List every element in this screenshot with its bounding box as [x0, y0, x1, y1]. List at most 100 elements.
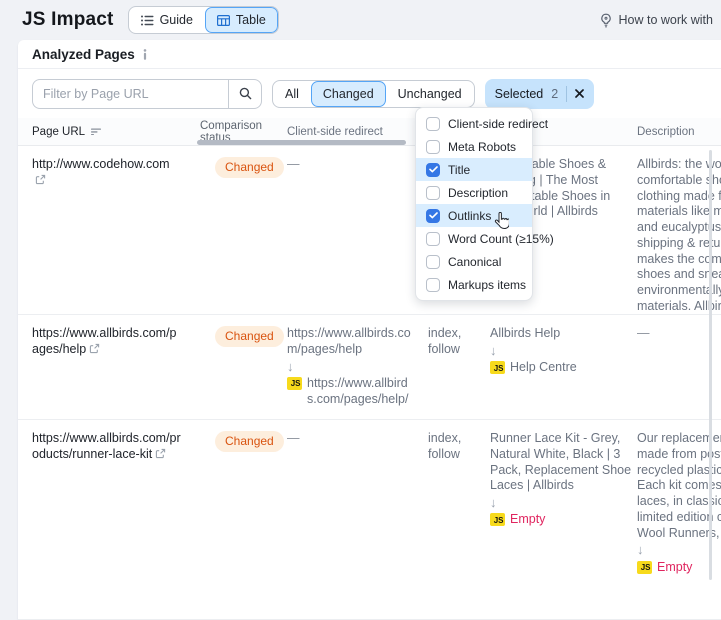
search-icon [239, 87, 252, 100]
status-tab-unchanged[interactable]: Unchanged [386, 81, 474, 107]
url-filter-input[interactable] [32, 79, 228, 109]
meta-robots-cell: index, follow [428, 315, 490, 419]
checkbox-unchecked[interactable] [426, 117, 440, 131]
change-arrow-icon: ↓ [490, 495, 632, 511]
title-after: Help Centre [510, 360, 577, 376]
mouse-cursor-icon [494, 212, 509, 229]
col-header-page-url: Page URL [18, 126, 200, 138]
dropdown-item-label: Outlinks [448, 209, 491, 223]
page-url-header-label: Page URL [32, 126, 85, 138]
how-to-work-label: How to work with [619, 13, 713, 27]
checkbox-unchecked[interactable] [426, 278, 440, 292]
analyzed-pages-panel: Analyzed Pages All Changed Unchanged [18, 40, 721, 620]
redirect-before: https://www.allbirds.com/pages/help [287, 326, 412, 358]
js-badge-icon: JS [287, 377, 302, 390]
title-before: Runner Lace Kit - Grey, Natural White, B… [490, 431, 632, 494]
list-icon [141, 15, 154, 26]
status-tab-changed-label: Changed [323, 87, 374, 101]
vertical-scrollbar[interactable] [709, 150, 712, 580]
table-row: https://www.allbirds.com/pages/help Chan… [18, 315, 721, 420]
page-url-link[interactable]: https://www.allbirds.com/pages/help [32, 326, 177, 356]
dropdown-item-outlinks[interactable]: Outlinks [416, 204, 532, 227]
page-title: JS Impact [22, 9, 114, 31]
page-url-link[interactable]: http://www.codehow.com [32, 157, 170, 171]
client-side-redirect-header-label: Client-side redirect [287, 126, 383, 138]
panel-title: Analyzed Pages [32, 47, 135, 62]
description-after-empty: Empty [657, 560, 692, 576]
status-badge: Changed [215, 431, 284, 452]
js-badge-icon: JS [490, 361, 505, 374]
redirect-after: https://www.allbirds.com/pages/help/ [307, 376, 412, 408]
description-header-label: Description [637, 126, 695, 138]
info-icon[interactable] [142, 49, 148, 60]
url-filter-group [32, 79, 262, 109]
dropdown-item-client-side-redirect[interactable]: Client-side redirect [416, 112, 532, 135]
redirect-cell: https://www.allbirds.com/pages/help ↓ JS… [287, 315, 428, 419]
checkbox-checked[interactable] [426, 209, 440, 223]
dropdown-item-word-count[interactable]: Word Count (≥15%) [416, 227, 532, 250]
sort-icon[interactable] [91, 128, 101, 135]
title-before: Allbirds Help [490, 326, 632, 342]
clear-selection-icon[interactable] [575, 89, 584, 98]
js-badge-icon: JS [637, 561, 652, 574]
status-tab-all[interactable]: All [273, 81, 311, 107]
checkbox-unchecked[interactable] [426, 186, 440, 200]
search-button[interactable] [228, 79, 262, 109]
description-empty-dash: — [637, 326, 650, 340]
external-link-icon[interactable] [35, 174, 46, 185]
title-after-empty: Empty [510, 512, 545, 528]
top-bar: JS Impact Guide Table How to work with [0, 0, 721, 40]
status-tab-changed[interactable]: Changed [311, 81, 386, 107]
dropdown-item-title[interactable]: Title [416, 158, 532, 181]
dropdown-item-label: Description [448, 186, 508, 200]
dropdown-item-label: Word Count (≥15%) [448, 232, 554, 246]
change-arrow-icon: ↓ [490, 343, 632, 359]
panel-header: Analyzed Pages [18, 40, 721, 69]
change-arrow-icon: ↓ [287, 359, 412, 375]
title-cell: Allbirds Help ↓ JS Help Centre [490, 315, 637, 419]
status-tab-unchanged-label: Unchanged [398, 87, 462, 101]
redirect-empty-dash: — [287, 431, 300, 445]
checkbox-unchecked[interactable] [426, 255, 440, 269]
guide-tab-label: Guide [160, 13, 193, 27]
redirect-empty-dash: — [287, 157, 300, 171]
horizontal-scrollbar[interactable] [197, 140, 406, 145]
dropdown-item-canonical[interactable]: Canonical [416, 250, 532, 273]
table-tab[interactable]: Table [205, 7, 278, 33]
pill-divider [566, 86, 567, 102]
lightbulb-icon [599, 13, 613, 28]
columns-dropdown-menu: Client-side redirect Meta Robots Title D… [415, 107, 533, 301]
dropdown-item-description[interactable]: Description [416, 181, 532, 204]
checkbox-unchecked[interactable] [426, 140, 440, 154]
dropdown-item-meta-robots[interactable]: Meta Robots [416, 135, 532, 158]
table-tab-label: Table [236, 13, 266, 27]
filter-bar: All Changed Unchanged Selected 2 [18, 69, 721, 118]
js-badge-icon: JS [490, 513, 505, 526]
table-header: Page URL Comparison status Client-side r… [18, 118, 721, 146]
status-badge: Changed [215, 326, 284, 347]
dropdown-item-label: Markups items [448, 278, 526, 292]
how-to-work-link[interactable]: How to work with [599, 13, 713, 28]
dropdown-item-label: Title [448, 163, 470, 177]
selected-pill-label: Selected [495, 87, 544, 101]
checkbox-checked[interactable] [426, 163, 440, 177]
status-badge: Changed [215, 157, 284, 178]
external-link-icon[interactable] [89, 343, 100, 354]
title-cell: Runner Lace Kit - Grey, Natural White, B… [490, 420, 637, 619]
dropdown-item-label: Meta Robots [448, 140, 516, 154]
table-icon [217, 15, 230, 26]
checkbox-unchecked[interactable] [426, 232, 440, 246]
dropdown-item-label: Canonical [448, 255, 501, 269]
col-header-description: Description [637, 126, 721, 138]
columns-selected-pill[interactable]: Selected 2 [485, 79, 595, 109]
selected-pill-count: 2 [551, 87, 558, 101]
guide-tab[interactable]: Guide [129, 7, 205, 33]
col-header-client-side-redirect: Client-side redirect [287, 126, 428, 138]
meta-robots-cell: index, follow [428, 420, 490, 619]
table-row: http://www.codehow.com Changed — Sustain… [18, 146, 721, 315]
external-link-icon[interactable] [155, 448, 166, 459]
status-tab-all-label: All [285, 87, 299, 101]
dropdown-item-label: Client-side redirect [448, 117, 548, 131]
dropdown-item-markups-items[interactable]: Markups items [416, 273, 532, 296]
table-row: https://www.allbirds.com/products/runner… [18, 420, 721, 620]
